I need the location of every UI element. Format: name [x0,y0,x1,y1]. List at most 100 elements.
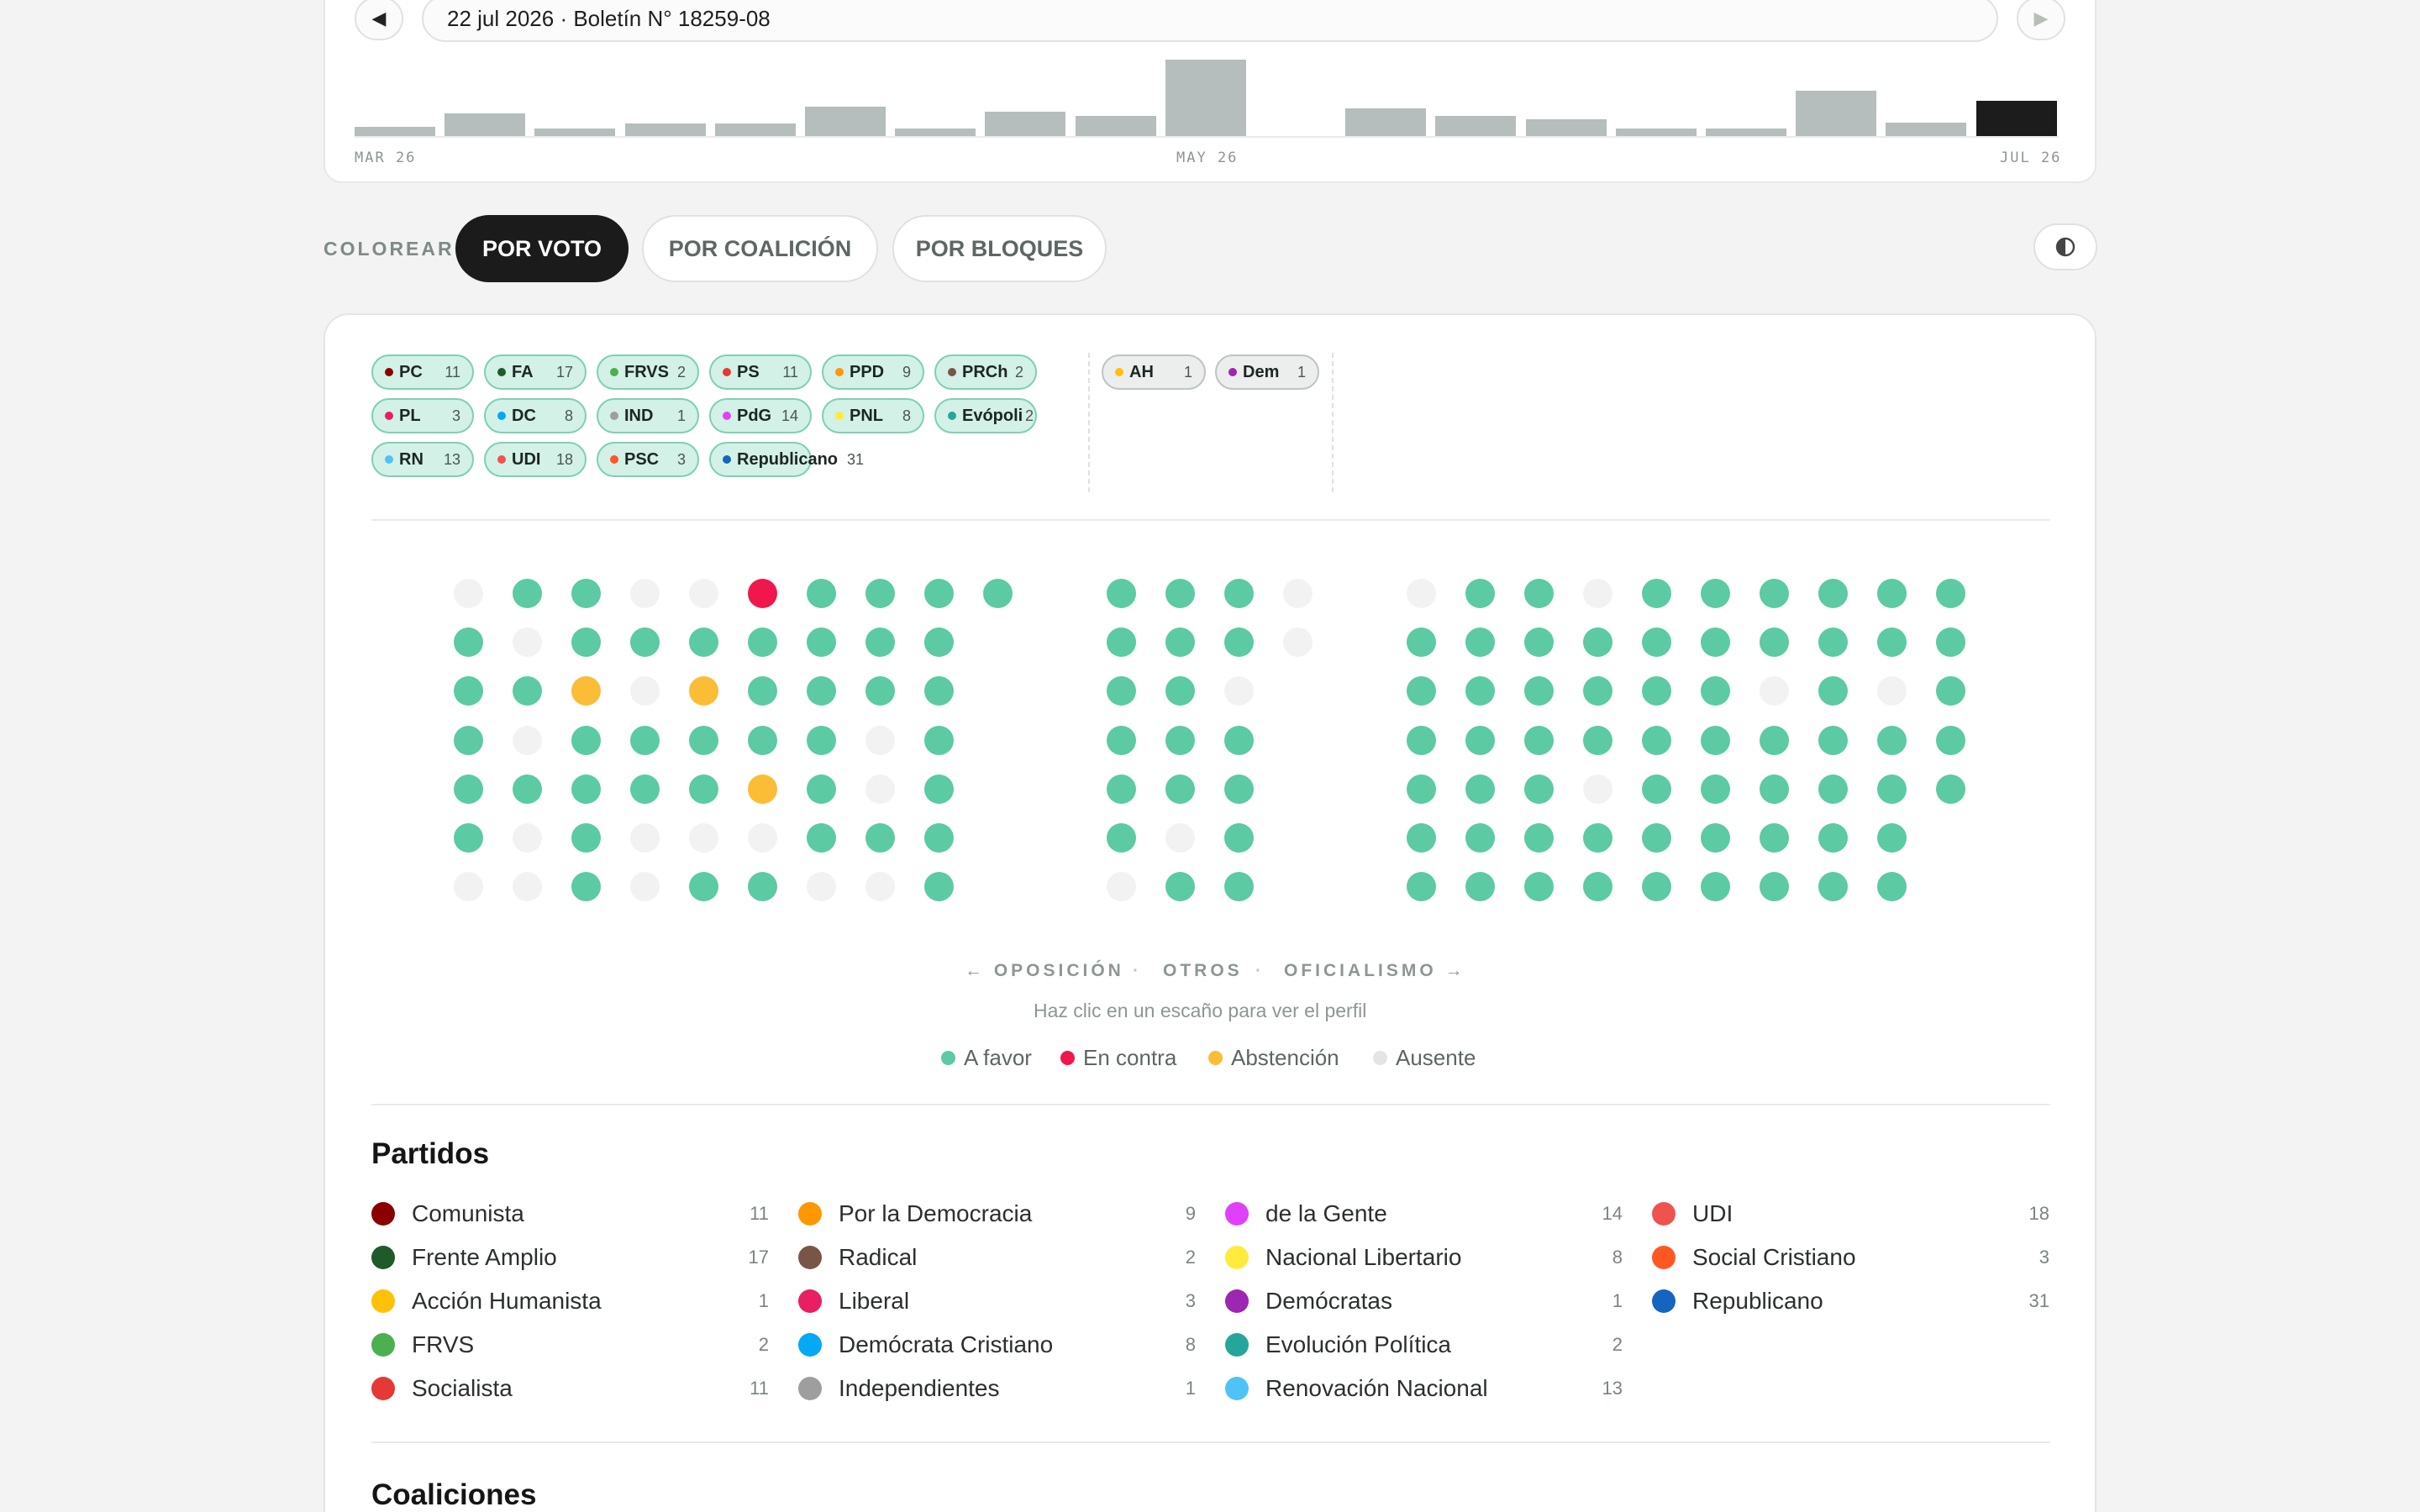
party-row[interactable]: Frente Amplio [371,1243,557,1272]
histogram-bar[interactable] [1975,101,2057,137]
seat-opposition[interactable] [807,676,836,706]
seat-others[interactable] [1165,676,1195,706]
seat-government[interactable] [1701,823,1730,853]
seat-opposition[interactable] [924,676,954,706]
histogram-bar[interactable] [985,112,1066,137]
seat-government[interactable] [1524,823,1554,853]
seat-government[interactable] [1701,676,1730,706]
seat-government[interactable] [1583,726,1612,755]
seat-others[interactable] [1224,872,1254,901]
party-chip-pc[interactable]: PC 11 [371,354,474,390]
seat-others[interactable] [1165,726,1195,755]
seat-government[interactable] [1642,676,1671,706]
seat-opposition[interactable] [513,872,542,901]
party-chip-udi[interactable]: UDI 18 [484,442,587,477]
seat-opposition[interactable] [748,872,777,901]
theme-toggle-button[interactable] [2033,223,2097,270]
seat-government[interactable] [1465,627,1495,657]
histogram-bar[interactable] [1345,108,1427,137]
seat-opposition[interactable] [630,872,660,901]
seat-opposition[interactable] [924,774,954,804]
histogram-bar[interactable] [1435,116,1517,137]
seat-government[interactable] [1407,579,1436,608]
seat-opposition[interactable] [689,579,718,608]
seat-government[interactable] [1465,726,1495,755]
seat-opposition[interactable] [454,579,483,608]
seat-others[interactable] [1283,627,1313,657]
seat-government[interactable] [1760,872,1789,901]
seat-government[interactable] [1524,872,1554,901]
party-chip-ps[interactable]: PS 11 [709,354,812,390]
seat-opposition[interactable] [689,872,718,901]
party-row[interactable]: Por la Democracia [798,1200,1032,1228]
seat-government[interactable] [1583,872,1612,901]
seat-government[interactable] [1936,627,1965,657]
seat-opposition[interactable] [748,676,777,706]
seat-government[interactable] [1818,627,1848,657]
seat-opposition[interactable] [454,774,483,804]
party-chip-dem[interactable]: Dem 1 [1215,354,1319,390]
seat-opposition[interactable] [689,627,718,657]
party-row[interactable]: Social Cristiano [1652,1243,1856,1272]
seat-government[interactable] [1818,823,1848,853]
seat-opposition[interactable] [748,726,777,755]
party-chip-ppd[interactable]: PPD 9 [822,354,924,390]
seat-others[interactable] [1107,579,1136,608]
histogram-bar[interactable] [624,123,706,137]
seat-opposition[interactable] [630,579,660,608]
party-row[interactable]: Comunista [371,1200,524,1228]
seat-opposition[interactable] [807,726,836,755]
seat-government[interactable] [1818,872,1848,901]
seat-government[interactable] [1936,579,1965,608]
seat-opposition[interactable] [983,579,1013,608]
previous-bill-button[interactable]: ◀ [355,0,403,40]
seat-government[interactable] [1701,774,1730,804]
seat-government[interactable] [1818,579,1848,608]
party-row[interactable]: Liberal [798,1287,909,1315]
seat-government[interactable] [1642,627,1671,657]
seat-opposition[interactable] [689,726,718,755]
seat-others[interactable] [1107,726,1136,755]
party-chip-frvs[interactable]: FRVS 2 [597,354,699,390]
seat-opposition[interactable] [571,774,601,804]
seat-government[interactable] [1701,627,1730,657]
seat-government[interactable] [1701,872,1730,901]
party-row[interactable]: UDI [1652,1200,1733,1228]
seat-opposition[interactable] [748,823,777,853]
seat-others[interactable] [1165,579,1195,608]
seat-opposition[interactable] [513,774,542,804]
histogram-bar[interactable] [1165,60,1246,137]
histogram-bar[interactable] [1075,116,1156,137]
seat-opposition[interactable] [689,676,718,706]
seat-others[interactable] [1224,627,1254,657]
seat-government[interactable] [1760,726,1789,755]
party-row[interactable]: Demócrata Cristiano [798,1331,1053,1359]
seat-government[interactable] [1760,823,1789,853]
seat-opposition[interactable] [454,676,483,706]
party-row[interactable]: Republicano [1652,1287,1823,1315]
seat-government[interactable] [1465,676,1495,706]
seat-others[interactable] [1224,774,1254,804]
seat-others[interactable] [1224,579,1254,608]
seat-opposition[interactable] [571,726,601,755]
seat-opposition[interactable] [630,774,660,804]
seat-government[interactable] [1524,676,1554,706]
color-by-bloc-button[interactable]: POR BLOQUES [892,215,1107,282]
seat-opposition[interactable] [807,774,836,804]
seat-opposition[interactable] [689,774,718,804]
seat-government[interactable] [1407,676,1436,706]
seat-others[interactable] [1224,676,1254,706]
party-chip-ind[interactable]: IND 1 [597,398,699,433]
seat-others[interactable] [1107,676,1136,706]
seat-opposition[interactable] [748,774,777,804]
seat-opposition[interactable] [513,627,542,657]
seat-government[interactable] [1583,579,1612,608]
party-chip-pl[interactable]: PL 3 [371,398,474,433]
seat-government[interactable] [1407,726,1436,755]
party-row[interactable]: Acción Humanista [371,1287,602,1315]
seat-government[interactable] [1936,726,1965,755]
seat-government[interactable] [1465,823,1495,853]
seat-government[interactable] [1818,774,1848,804]
seat-opposition[interactable] [454,726,483,755]
party-chip-pdg[interactable]: PdG 14 [709,398,812,433]
